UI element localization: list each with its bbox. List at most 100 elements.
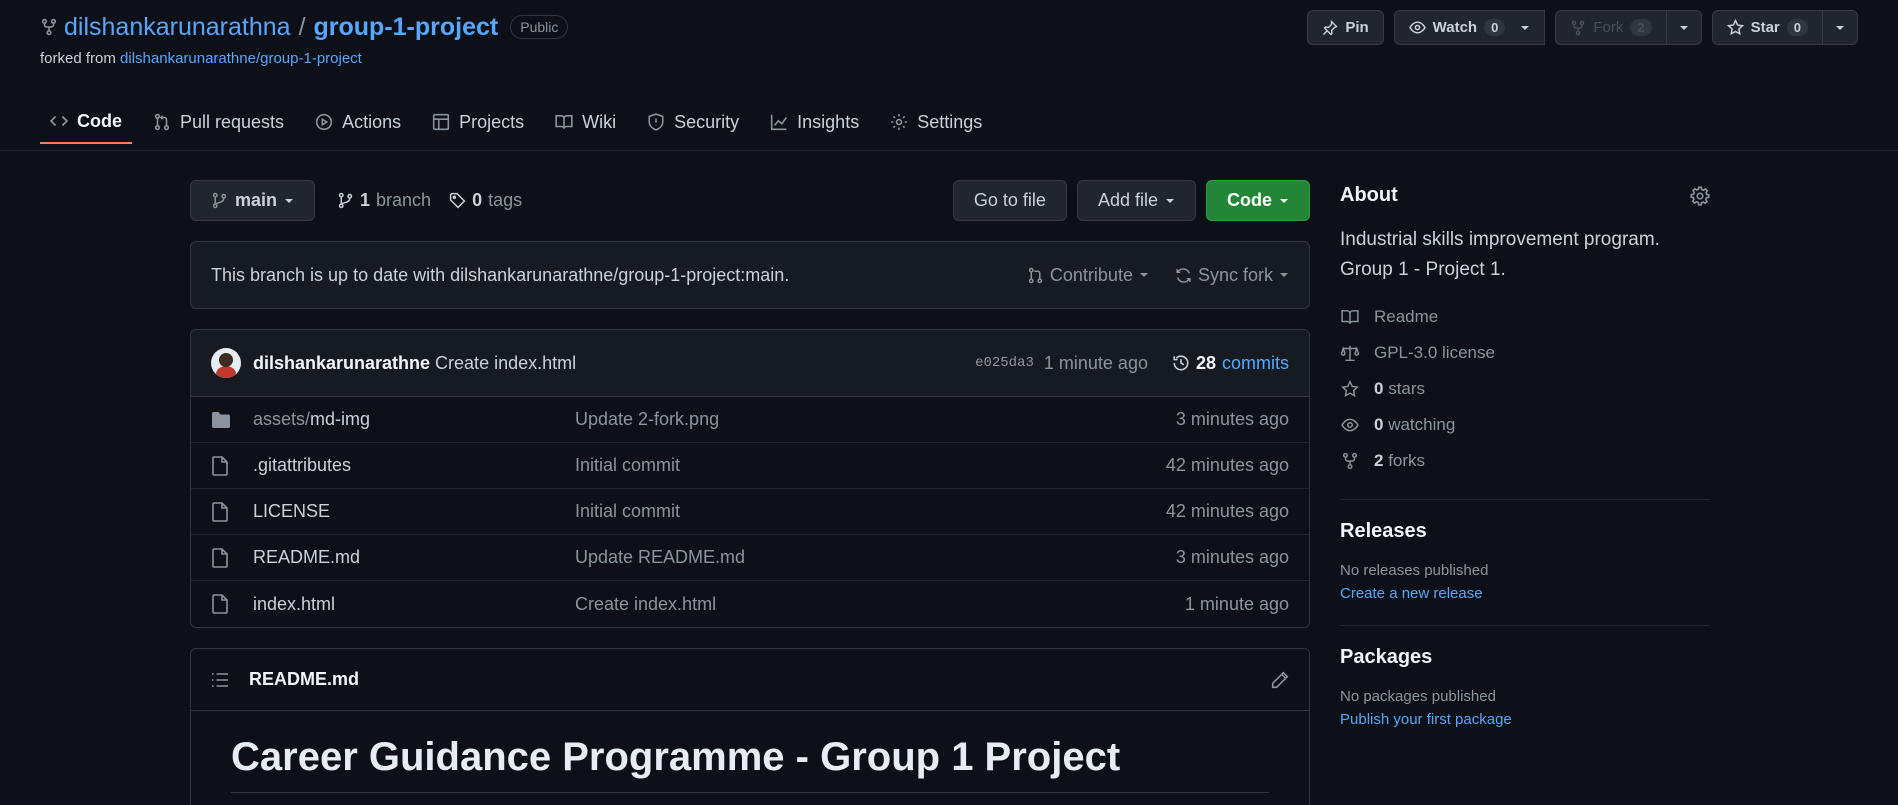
law-icon bbox=[1340, 344, 1360, 362]
avatar[interactable] bbox=[211, 348, 241, 378]
tab-wiki[interactable]: Wiki bbox=[545, 100, 626, 144]
packages-section: Packages No packages published Publish y… bbox=[1340, 646, 1710, 731]
sync-icon bbox=[1175, 267, 1192, 284]
tab-label: Insights bbox=[797, 111, 860, 132]
file-name[interactable]: README.md bbox=[253, 547, 575, 568]
star-group: Star 0 bbox=[1711, 10, 1858, 45]
create-release-link[interactable]: Create a new release bbox=[1340, 585, 1483, 602]
packages-title[interactable]: Packages bbox=[1340, 646, 1710, 669]
forks-link[interactable]: 2 forks bbox=[1340, 443, 1710, 479]
stars-count: 0 bbox=[1374, 379, 1384, 398]
tab-pull-requests[interactable]: Pull requests bbox=[143, 100, 294, 144]
watch-group: Watch 0 bbox=[1393, 10, 1546, 45]
sync-fork-button[interactable]: Sync fork bbox=[1175, 265, 1289, 286]
star-count: 0 bbox=[1786, 19, 1808, 36]
branch-icon bbox=[337, 192, 354, 209]
file-row[interactable]: README.md Update README.md 3 minutes ago bbox=[191, 535, 1309, 581]
branch-status-message: This branch is up to date with dilshanka… bbox=[211, 264, 790, 285]
file-name[interactable]: .gitattributes bbox=[253, 455, 575, 476]
tag-word: tags bbox=[488, 190, 523, 210]
go-to-file-button[interactable]: Go to file bbox=[952, 180, 1067, 221]
shield-icon bbox=[647, 113, 665, 131]
visibility-badge: Public bbox=[510, 15, 569, 39]
code-button[interactable]: Code bbox=[1206, 180, 1310, 221]
file-browser: dilshankarunarathne Create index.html e0… bbox=[190, 329, 1310, 628]
repo-name-link[interactable]: group-1-project bbox=[314, 13, 499, 42]
main-content: main 1 branch 0 tags Go to file Add file… bbox=[190, 180, 1310, 805]
pin-button[interactable]: Pin bbox=[1307, 10, 1384, 45]
file-commit-message[interactable]: Initial commit bbox=[575, 455, 1166, 476]
readme-link[interactable]: Readme bbox=[1340, 299, 1710, 335]
play-icon bbox=[315, 113, 333, 131]
commit-author-link[interactable]: dilshankarunarathne bbox=[253, 353, 430, 374]
file-row[interactable]: LICENSE Initial commit 42 minutes ago bbox=[191, 489, 1309, 535]
file-row[interactable]: index.html Create index.html 1 minute ag… bbox=[191, 581, 1309, 627]
tab-security[interactable]: Security bbox=[637, 100, 749, 144]
graph-icon bbox=[770, 113, 788, 131]
file-name[interactable]: index.html bbox=[253, 594, 575, 615]
fork-button[interactable]: Fork 2 bbox=[1555, 10, 1667, 45]
fork-label: Fork bbox=[1593, 19, 1624, 36]
file-name-text: LICENSE bbox=[253, 501, 331, 521]
commit-message-link[interactable]: Create index.html bbox=[435, 353, 576, 374]
tab-projects[interactable]: Projects bbox=[422, 100, 534, 144]
repo-owner-link[interactable]: dilshankarunarathna bbox=[64, 13, 291, 42]
branch-count: 1 bbox=[360, 190, 371, 210]
publish-package-link[interactable]: Publish your first package bbox=[1340, 711, 1512, 728]
forked-from-link[interactable]: dilshankarunarathne/group-1-project bbox=[120, 50, 362, 67]
add-file-button[interactable]: Add file bbox=[1076, 180, 1196, 221]
file-name-text: .gitattributes bbox=[253, 455, 352, 475]
stars-link[interactable]: 0 stars bbox=[1340, 371, 1710, 407]
tab-code[interactable]: Code bbox=[40, 100, 132, 144]
eye-icon bbox=[1408, 19, 1426, 36]
releases-section: Releases No releases published Create a … bbox=[1340, 520, 1710, 605]
eye-icon bbox=[1340, 416, 1360, 434]
commits-history-link[interactable]: 28 commits bbox=[1172, 353, 1289, 374]
tab-label: Settings bbox=[917, 111, 983, 132]
list-icon[interactable] bbox=[211, 672, 229, 688]
pin-label: Pin bbox=[1345, 19, 1369, 36]
license-link[interactable]: GPL-3.0 license bbox=[1340, 335, 1710, 371]
readme-box: README.md Career Guidance Programme - Gr… bbox=[190, 648, 1310, 805]
gear-icon[interactable] bbox=[1690, 185, 1710, 206]
contribute-button[interactable]: Contribute bbox=[1027, 265, 1149, 286]
file-name-text: README.md bbox=[253, 547, 361, 567]
pin-icon bbox=[1322, 19, 1338, 36]
repo-separator: / bbox=[298, 12, 306, 41]
tab-settings[interactable]: Settings bbox=[880, 100, 992, 144]
tags-link[interactable]: 0 tags bbox=[449, 190, 522, 211]
file-row[interactable]: assets/md-img Update 2-fork.png 3 minute… bbox=[191, 397, 1309, 443]
file-name[interactable]: LICENSE bbox=[253, 501, 575, 522]
star-dropdown-button[interactable] bbox=[1823, 10, 1858, 45]
tab-actions[interactable]: Actions bbox=[305, 100, 411, 144]
chevron-down-icon bbox=[1520, 23, 1530, 33]
file-name[interactable]: assets/md-img bbox=[253, 409, 575, 430]
file-row[interactable]: .gitattributes Initial commit 42 minutes… bbox=[191, 443, 1309, 489]
pencil-icon[interactable] bbox=[1271, 671, 1289, 689]
fork-dropdown-button[interactable] bbox=[1666, 10, 1702, 45]
star-button[interactable]: Star 0 bbox=[1711, 10, 1823, 45]
fork-icon bbox=[1340, 452, 1360, 470]
readme-header: README.md bbox=[191, 649, 1309, 711]
tab-insights[interactable]: Insights bbox=[760, 100, 869, 144]
commits-count: 28 bbox=[1195, 352, 1216, 373]
commit-sha-link[interactable]: e025da3 bbox=[975, 355, 1034, 371]
watchers-link[interactable]: 0 watching bbox=[1340, 407, 1710, 443]
contribute-label: Contribute bbox=[1049, 264, 1133, 285]
tag-icon bbox=[449, 192, 466, 209]
branches-link[interactable]: 1 branch bbox=[337, 190, 431, 211]
releases-title[interactable]: Releases bbox=[1340, 520, 1710, 543]
tab-label: Actions bbox=[342, 111, 402, 132]
file-commit-message[interactable]: Update 2-fork.png bbox=[575, 409, 1176, 430]
watch-button[interactable]: Watch 0 bbox=[1393, 10, 1546, 45]
watch-label: Watch bbox=[1432, 19, 1478, 36]
file-commit-message[interactable]: Create index.html bbox=[575, 594, 1185, 615]
book-icon bbox=[555, 113, 573, 131]
file-commit-message[interactable]: Initial commit bbox=[575, 501, 1166, 522]
file-commit-message[interactable]: Update README.md bbox=[575, 547, 1176, 568]
repo-forked-icon bbox=[40, 18, 58, 36]
toolbar-actions: Go to file Add file Code bbox=[952, 180, 1310, 221]
latest-commit: dilshankarunarathne Create index.html e0… bbox=[191, 330, 1309, 397]
branch-status-box: This branch is up to date with dilshanka… bbox=[190, 241, 1310, 309]
branch-select-button[interactable]: main bbox=[190, 180, 316, 221]
